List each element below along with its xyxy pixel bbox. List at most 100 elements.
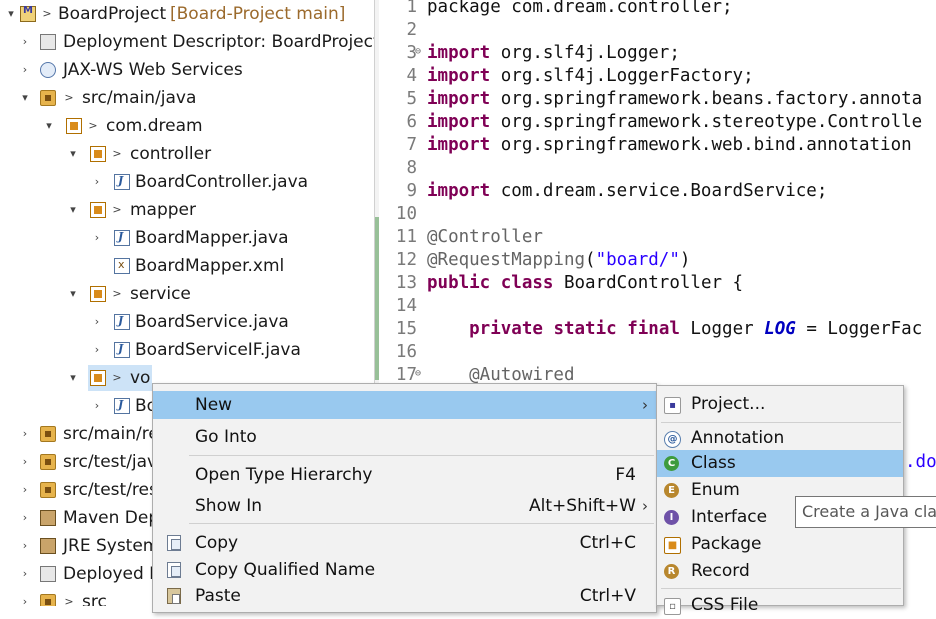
tree-item-label: service: [130, 284, 191, 304]
tree-item-boardproject[interactable]: ▾ > BoardProject [Board-Project main]: [0, 0, 374, 28]
collapse-twisty-icon[interactable]: ▾: [4, 0, 18, 28]
code-text: import org.springframework.beans.factory…: [427, 89, 923, 109]
submenu-item-project[interactable]: ▪ Project...: [657, 391, 903, 418]
tree-item-label: BoardMapper.xml: [135, 256, 285, 276]
tree-item-mapper[interactable]: ▾ > mapper: [0, 196, 374, 224]
tree-item-label: Deployed R: [63, 564, 161, 584]
git-branch-decoration: [Board-Project main]: [170, 4, 346, 24]
tree-item-service[interactable]: ▾ > service: [0, 280, 374, 308]
menu-item-open-type-hierarchy[interactable]: Open Type Hierarchy F4: [153, 461, 656, 489]
submenu-arrow-icon: ›: [642, 396, 648, 414]
code-line[interactable]: 15 private static final Logger LOG = Log…: [375, 318, 936, 341]
code-line[interactable]: 1 package com.dream.controller;: [375, 0, 936, 19]
code-line[interactable]: 12 @RequestMapping("board/"): [375, 249, 936, 272]
code-text: @Controller: [427, 227, 543, 247]
menu-item-label: Copy Qualified Name: [195, 560, 376, 580]
expand-twisty-icon[interactable]: ›: [90, 336, 104, 364]
collapse-twisty-icon[interactable]: ▾: [66, 364, 80, 392]
tree-item-label: BoardMapper.java: [135, 228, 289, 248]
collapse-twisty-icon[interactable]: ▾: [18, 84, 32, 112]
menu-item-copy[interactable]: Copy Ctrl+C: [153, 529, 656, 557]
tree-item-label: controller: [130, 144, 212, 164]
code-line[interactable]: 5 import org.springframework.beans.factor…: [375, 88, 936, 111]
code-line[interactable]: 13 public class BoardController {: [375, 272, 936, 295]
collapse-twisty-icon[interactable]: ▾: [66, 140, 80, 168]
expand-twisty-icon[interactable]: ›: [90, 308, 104, 336]
tree-item-jaxws[interactable]: › JAX-WS Web Services: [0, 56, 374, 84]
code-line[interactable]: 3 ⊖ import org.slf4j.Logger;: [375, 42, 936, 65]
java-file-icon: [114, 398, 130, 414]
tree-item-src-main-java[interactable]: ▾ > src/main/java: [0, 84, 374, 112]
submenu-item-label: Enum: [691, 480, 740, 500]
expand-twisty-icon[interactable]: ›: [90, 168, 104, 196]
fold-toggle-icon[interactable]: ⊖: [415, 42, 421, 62]
code-line[interactable]: 16: [375, 341, 936, 364]
code-line[interactable]: 7 import org.springframework.web.bind.ann…: [375, 134, 936, 157]
code-text: package com.dream.controller;: [427, 0, 733, 17]
line-number: 13: [395, 273, 417, 293]
source-folder-icon: [40, 482, 56, 498]
line-number: 11: [395, 227, 417, 247]
expand-twisty-icon[interactable]: ›: [18, 448, 32, 476]
class-icon: C: [664, 456, 679, 471]
expand-twisty-icon[interactable]: ›: [18, 504, 32, 532]
context-menu: New › Go Into Open Type Hierarchy F4 Sho…: [152, 383, 657, 613]
code-line[interactable]: 14: [375, 295, 936, 318]
package-icon: ■: [664, 537, 681, 554]
menu-item-go-into[interactable]: Go Into: [153, 423, 656, 451]
tree-item-boardmapper-xml[interactable]: BoardMapper.xml: [0, 252, 374, 280]
menu-item-copy-qualified-name[interactable]: Copy Qualified Name: [153, 556, 656, 584]
fold-toggle-icon[interactable]: ⊖: [415, 364, 421, 384]
scm-indicator-icon: >: [112, 287, 122, 300]
tree-item-controller[interactable]: ▾ > controller: [0, 140, 374, 168]
source-folder-icon: [40, 454, 56, 470]
expand-twisty-icon[interactable]: ›: [18, 28, 32, 56]
code-line[interactable]: 2: [375, 19, 936, 42]
tree-item-boardservice-java[interactable]: › BoardService.java: [0, 308, 374, 336]
tree-item-label: JRE System: [63, 536, 160, 556]
tree-item-com-dream[interactable]: ▾ > com.dream: [0, 112, 374, 140]
code-line[interactable]: 4 import org.slf4j.LoggerFactory;: [375, 65, 936, 88]
code-line[interactable]: 11 @Controller: [375, 226, 936, 249]
library-icon: [40, 538, 56, 554]
record-icon: R: [664, 564, 679, 579]
expand-twisty-icon[interactable]: ›: [90, 392, 104, 420]
library-icon: [40, 510, 56, 526]
menu-item-new[interactable]: New ›: [153, 391, 656, 419]
folder-icon: [40, 594, 56, 606]
tree-item-boardserviceif-java[interactable]: › BoardServiceIF.java: [0, 336, 374, 364]
tree-item-label: BoardController.java: [135, 172, 309, 192]
code-line[interactable]: 10: [375, 203, 936, 226]
expand-twisty-icon[interactable]: ›: [18, 560, 32, 588]
package-icon: [90, 286, 106, 302]
expand-twisty-icon[interactable]: ›: [18, 420, 32, 448]
collapse-twisty-icon[interactable]: ▾: [66, 196, 80, 224]
submenu-item-label: Record: [691, 561, 750, 581]
menu-item-show-in[interactable]: Show In Alt+Shift+W ›: [153, 492, 656, 520]
code-line[interactable]: 6 import org.springframework.stereotype.C…: [375, 111, 936, 134]
submenu-item-record[interactable]: R Record: [657, 558, 903, 585]
submenu-item-class[interactable]: C Class: [657, 450, 903, 477]
line-number: 2: [406, 20, 417, 40]
tree-item-deployment-descriptor[interactable]: › Deployment Descriptor: BoardProject: [0, 28, 374, 56]
line-number: 8: [406, 158, 417, 178]
code-line[interactable]: 9 import com.dream.service.BoardService;: [375, 180, 936, 203]
expand-twisty-icon[interactable]: ›: [18, 56, 32, 84]
expand-twisty-icon[interactable]: ›: [18, 588, 32, 606]
tree-item-label: src/main/java: [82, 88, 197, 108]
css-file-icon: ▫: [664, 598, 681, 615]
tree-item-label: vo: [130, 368, 151, 388]
collapse-twisty-icon[interactable]: ▾: [66, 280, 80, 308]
deployment-descriptor-icon: [40, 34, 56, 50]
expand-twisty-icon[interactable]: ›: [18, 532, 32, 560]
collapse-twisty-icon[interactable]: ▾: [42, 112, 56, 140]
submenu-item-annotation[interactable]: @ Annotation: [657, 425, 903, 452]
menu-separator: [661, 588, 901, 589]
submenu-item-package[interactable]: ■ Package: [657, 531, 903, 558]
tree-item-boardmapper-java[interactable]: › BoardMapper.java: [0, 224, 374, 252]
code-text: import org.springframework.web.bind.anno…: [427, 135, 912, 155]
code-line[interactable]: 8: [375, 157, 936, 180]
tree-item-boardcontroller-java[interactable]: › BoardController.java: [0, 168, 374, 196]
expand-twisty-icon[interactable]: ›: [18, 476, 32, 504]
expand-twisty-icon[interactable]: ›: [90, 224, 104, 252]
